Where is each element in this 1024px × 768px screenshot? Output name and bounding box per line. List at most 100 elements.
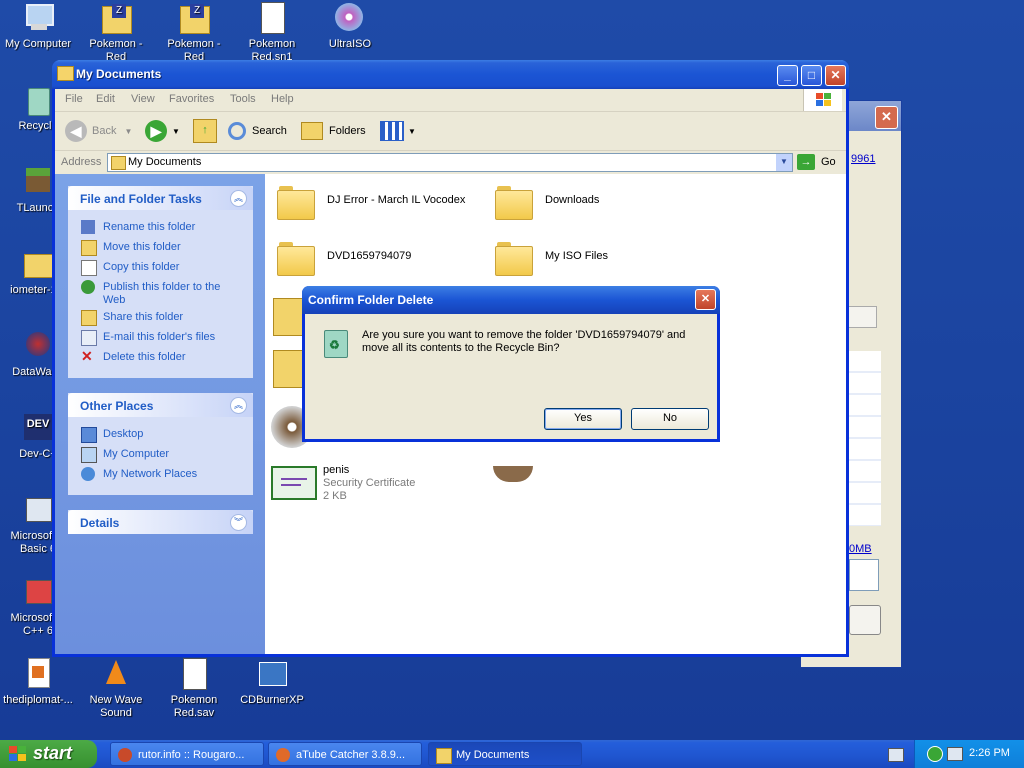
panel-header[interactable]: File and Folder Tasks ︽ [68, 186, 253, 210]
folder-icon [111, 156, 126, 170]
task-move-folder[interactable]: Move this folder [68, 238, 253, 258]
desktop-icon-label: New Wave Sound [89, 694, 143, 719]
background-window-close-button[interactable]: ✕ [875, 106, 898, 129]
go-label: Go [821, 156, 836, 168]
back-button[interactable]: ◀ Back ▼ [65, 118, 132, 144]
place-label: My Computer [103, 448, 170, 460]
menu-file[interactable]: File [65, 93, 83, 105]
windows-flag-icon [9, 746, 27, 762]
views-button[interactable]: ▼ [380, 118, 416, 144]
delete-icon: ✕ [81, 348, 93, 364]
confirm-folder-delete-dialog: Confirm Folder Delete ✕ ♻ Are you sure y… [302, 286, 720, 442]
window-titlebar[interactable]: My Documents _ □ ✕ [52, 60, 849, 89]
up-folder-button[interactable]: ↑ [193, 118, 217, 144]
close-button[interactable]: ✕ [825, 65, 846, 86]
dialog-close-button[interactable]: ✕ [695, 289, 716, 310]
menu-edit[interactable]: Edit [96, 93, 115, 105]
panel-header[interactable]: Details ︾ [68, 510, 253, 534]
desktop-icon-new-wave-sound[interactable]: New Wave Sound [78, 658, 154, 720]
task-rename-folder[interactable]: Rename this folder [68, 218, 253, 238]
background-window-box[interactable] [849, 559, 879, 591]
taskbar-item-rutor[interactable]: rutor.info :: Rougaro... [110, 742, 264, 766]
expand-icon[interactable]: ︾ [230, 514, 247, 531]
background-window-size-link[interactable]: 0MB [849, 543, 872, 555]
desktop-icon-label: thediplomat-... [3, 694, 73, 706]
place-label: Desktop [103, 428, 144, 440]
task-label: Copy this folder [103, 261, 180, 273]
desktop-icon-my-computer[interactable]: My Computer [0, 2, 76, 51]
desktop-icon-pokemon-red-2[interactable]: Z Pokemon - Red Version (UE)... [156, 2, 232, 64]
network-tray-icon[interactable] [947, 747, 963, 761]
chevron-down-icon: ▼ [408, 126, 416, 136]
menu-favorites[interactable]: Favorites [169, 93, 214, 105]
dialog-titlebar[interactable]: Confirm Folder Delete ✕ [302, 286, 720, 314]
desktop-icon-ultraiso[interactable]: UltraISO [312, 2, 388, 51]
place-desktop[interactable]: Desktop [68, 425, 253, 445]
desktop-icon-cdburnerxp[interactable]: CDBurnerXP [234, 658, 310, 707]
collapse-icon[interactable]: ︽ [230, 397, 247, 414]
menu-help[interactable]: Help [271, 93, 294, 105]
dialog-title: Confirm Folder Delete [308, 293, 434, 307]
panel-title: Other Places [80, 399, 154, 413]
clock[interactable]: 2:26 PM [969, 747, 1010, 759]
menu-tools[interactable]: Tools [230, 93, 256, 105]
task-email-files[interactable]: E-mail this folder's files [68, 328, 253, 348]
taskbar-item-atube[interactable]: aTube Catcher 3.8.9... [268, 742, 422, 766]
task-share-folder[interactable]: Share this folder [68, 308, 253, 328]
place-label: My Network Places [103, 468, 198, 480]
desktop-icon [81, 427, 97, 443]
address-field[interactable]: My Documents ▼ [107, 153, 793, 172]
forward-button[interactable]: ▶ ▼ [145, 118, 180, 144]
keyboard-icon[interactable] [888, 748, 904, 762]
maximize-button[interactable]: □ [801, 65, 822, 86]
forward-arrow-icon: ▶ [145, 120, 167, 142]
taskbar-item-label: rutor.info :: Rougaro... [138, 749, 245, 761]
folder-name: Downloads [545, 194, 600, 206]
panel-title: Details [80, 516, 120, 530]
network-icon [81, 467, 95, 481]
desktop-icon-pokemon-red-1[interactable]: Z Pokemon - Red Version (UE)[!]... [78, 2, 154, 64]
toolbar: ◀ Back ▼ ▶ ▼ ↑ Search Folders ▼ [55, 112, 846, 151]
folder-item[interactable]: DVD1659794079 [277, 240, 477, 280]
taskbar: start rutor.info :: Rougaro... aTube Cat… [0, 740, 1024, 768]
go-button[interactable]: → Go [797, 153, 841, 171]
task-delete-folder[interactable]: ✕ Delete this folder [68, 348, 253, 368]
utorrent-icon[interactable] [927, 746, 943, 762]
place-my-computer[interactable]: My Computer [68, 445, 253, 465]
search-button[interactable]: Search [228, 118, 287, 144]
folder-item[interactable]: My ISO Files [495, 240, 645, 280]
folder-icon [57, 66, 74, 81]
desktop-icon-thediplomat[interactable]: thediplomat-... [0, 658, 76, 707]
computer-icon [22, 2, 54, 34]
background-window-link[interactable]: 9961 [851, 153, 875, 165]
background-window-button[interactable] [849, 605, 881, 635]
taskbar-item-my-documents[interactable]: My Documents [428, 742, 582, 766]
panel-header[interactable]: Other Places ︽ [68, 393, 253, 417]
menu-view[interactable]: View [131, 93, 155, 105]
folders-button[interactable]: Folders [301, 118, 366, 144]
start-button[interactable]: start [0, 740, 97, 768]
desktop-icon-pokemon-red-sn1[interactable]: Pokemon Red.sn1 [234, 2, 310, 64]
certificate-item[interactable]: penis Security Certificate 2 KB [271, 464, 471, 514]
yes-button[interactable]: Yes [544, 408, 622, 430]
folder-item[interactable]: Downloads [495, 184, 645, 224]
chevron-down-icon: ▼ [124, 126, 133, 136]
task-copy-folder[interactable]: Copy this folder [68, 258, 253, 278]
chevron-down-icon: ▼ [172, 126, 180, 136]
rename-icon [81, 220, 95, 234]
disc-image-icon[interactable] [493, 466, 533, 482]
desktop-icon-pokemon-red-sav[interactable]: Pokemon Red.sav [156, 658, 232, 720]
task-pane: File and Folder Tasks ︽ Rename this fold… [55, 174, 265, 654]
details-panel: Details ︾ [68, 510, 253, 534]
folder-icon[interactable] [273, 298, 305, 336]
folder-icon [277, 240, 315, 276]
no-button[interactable]: No [631, 408, 709, 430]
address-dropdown-button[interactable]: ▼ [776, 154, 792, 171]
address-label: Address [61, 156, 102, 168]
minimize-button[interactable]: _ [777, 65, 798, 86]
place-network[interactable]: My Network Places [68, 465, 253, 485]
task-publish-folder[interactable]: Publish this folder to the Web [68, 278, 253, 308]
folder-icon[interactable] [273, 350, 305, 388]
folder-item[interactable]: DJ Error - March IL Vocodex [277, 184, 477, 224]
collapse-icon[interactable]: ︽ [230, 190, 247, 207]
